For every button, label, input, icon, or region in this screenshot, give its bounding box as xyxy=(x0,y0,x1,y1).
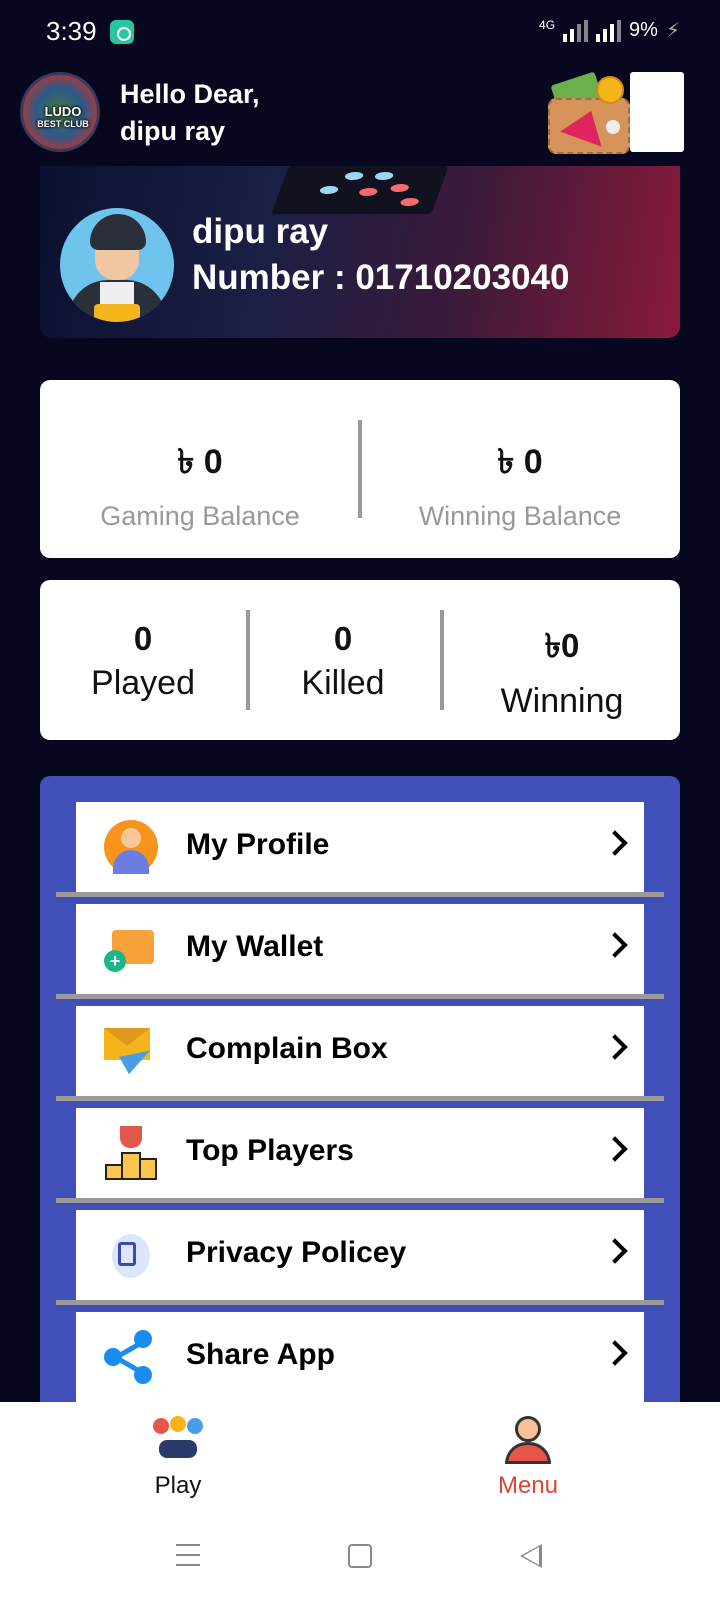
stats-card: 0 Played 0 Killed ৳0 Winning xyxy=(40,580,680,740)
system-nav-bar xyxy=(0,1520,720,1600)
signal-icon xyxy=(563,19,589,42)
wallet-icon[interactable] xyxy=(548,71,632,154)
menu-panel: My Profile + My Wallet Complain Box Top … xyxy=(40,776,680,1416)
gamers-icon xyxy=(151,1416,205,1464)
menu-item-privacy-policy[interactable]: Privacy Policey xyxy=(76,1210,644,1300)
privacy-document-icon xyxy=(104,1228,158,1282)
greeting: Hello Dear, dipu ray xyxy=(120,76,260,150)
chevron-right-icon xyxy=(602,1034,628,1060)
status-bar: 3:39 4G 9% ⚡ xyxy=(0,0,720,64)
balance-card: ৳ 0 Gaming Balance ৳ 0 Winning Balance xyxy=(40,380,680,558)
user-menu-icon xyxy=(501,1416,555,1464)
trophy-podium-icon xyxy=(104,1126,158,1180)
menu-item-my-wallet[interactable]: + My Wallet xyxy=(76,904,644,994)
gaming-balance-label: Gaming Balance xyxy=(100,501,300,531)
winning-value: ৳0 xyxy=(544,627,580,664)
profile-banner: dipu ray Number : 01710203040 xyxy=(40,166,680,338)
played-label: Played xyxy=(91,664,195,702)
nav-play-label: Play xyxy=(154,1472,202,1499)
played-value: 0 xyxy=(133,620,153,657)
menu-item-label: Top Players xyxy=(186,1134,354,1167)
signal-icon-2 xyxy=(596,19,622,42)
winning-balance-label: Winning Balance xyxy=(418,501,622,531)
network-type-label: 4G xyxy=(539,17,556,32)
recent-apps-icon[interactable] xyxy=(176,1544,200,1568)
chevron-right-icon xyxy=(602,830,628,856)
mail-plane-icon xyxy=(104,1024,158,1078)
menu-item-label: Complain Box xyxy=(186,1032,388,1065)
stat-played: 0 Played xyxy=(40,620,246,703)
menu-item-label: My Wallet xyxy=(186,930,324,963)
profile-icon xyxy=(104,820,158,874)
menu-item-label: Privacy Policey xyxy=(186,1236,407,1269)
killed-value: 0 xyxy=(333,620,353,657)
app-header: LUDO BEST CLUB Hello Dear, dipu ray xyxy=(0,68,720,160)
chevron-right-icon xyxy=(602,932,628,958)
wallet-add-icon: + xyxy=(104,922,158,976)
logo-title: LUDO xyxy=(44,104,82,119)
winning-balance-value: ৳ 0 xyxy=(497,443,543,481)
header-blank-box xyxy=(630,72,684,152)
nav-menu[interactable]: Menu xyxy=(468,1416,588,1500)
chevron-right-icon xyxy=(602,1136,628,1162)
killed-label: Killed xyxy=(301,664,385,702)
charging-icon: ⚡ xyxy=(665,20,680,42)
gaming-balance: ৳ 0 Gaming Balance xyxy=(40,436,360,532)
greeting-line: Hello Dear, xyxy=(120,79,260,109)
stat-winning: ৳0 Winning xyxy=(444,620,680,721)
notification-app-icon xyxy=(110,20,134,44)
profile-number: Number : 01710203040 xyxy=(192,258,570,297)
menu-item-top-players[interactable]: Top Players xyxy=(76,1108,644,1198)
chevron-right-icon xyxy=(602,1340,628,1366)
winning-label: Winning xyxy=(500,682,624,720)
profile-name: dipu ray xyxy=(192,212,329,251)
ludo-logo: LUDO BEST CLUB xyxy=(20,72,100,152)
battery-percent: 9% xyxy=(629,19,658,41)
stat-killed: 0 Killed xyxy=(250,620,436,703)
chevron-right-icon xyxy=(602,1238,628,1264)
status-indicators: 4G 9% ⚡ xyxy=(539,18,680,43)
home-icon[interactable] xyxy=(348,1544,372,1568)
status-time: 3:39 xyxy=(46,16,97,46)
dice-decoration xyxy=(271,166,449,214)
menu-item-label: My Profile xyxy=(186,828,330,861)
gaming-balance-value: ৳ 0 xyxy=(177,443,223,481)
menu-item-my-profile[interactable]: My Profile xyxy=(76,802,644,892)
share-icon xyxy=(104,1330,158,1384)
menu-item-share-app[interactable]: Share App xyxy=(76,1312,644,1402)
nav-play[interactable]: Play xyxy=(118,1416,238,1500)
menu-item-complain-box[interactable]: Complain Box xyxy=(76,1006,644,1096)
bottom-nav: Play Menu xyxy=(0,1402,720,1520)
back-icon[interactable] xyxy=(520,1544,542,1568)
menu-item-label: Share App xyxy=(186,1338,335,1371)
logo-subtitle: BEST CLUB xyxy=(37,119,89,129)
nav-menu-label: Menu xyxy=(497,1472,559,1499)
greeting-username: dipu ray xyxy=(120,116,226,146)
winning-balance: ৳ 0 Winning Balance xyxy=(360,436,680,532)
user-avatar[interactable] xyxy=(60,208,174,322)
